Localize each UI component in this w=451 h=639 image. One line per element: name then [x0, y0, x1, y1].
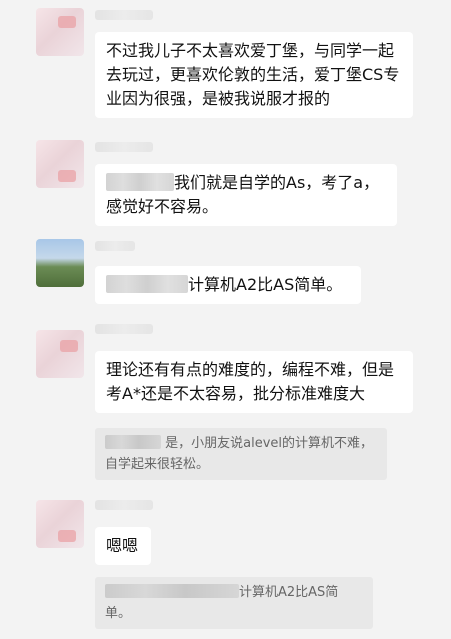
message-text: 理论还有有点的难度的，编程不难，但是考A*还是不太容易，批分标准难度大: [106, 360, 395, 403]
sender-name: [95, 241, 135, 251]
avatar[interactable]: [36, 330, 84, 378]
quoted-message[interactable]: 是，小朋友说alevel的计算机不难，自学起来很轻松。: [95, 428, 387, 480]
quoted-message[interactable]: 计算机A2比AS简单。: [95, 577, 373, 629]
redacted-mention: [105, 584, 239, 598]
avatar[interactable]: [36, 8, 84, 56]
avatar[interactable]: [36, 239, 84, 287]
message-text: 计算机A2比AS简单。: [188, 275, 343, 294]
message-text: 嗯嗯: [106, 536, 139, 555]
message-text: 不过我儿子不太喜欢爱丁堡，与同学一起去玩过，更喜欢伦敦的生活，爱丁堡CS专业因为…: [106, 41, 400, 108]
message-bubble[interactable]: 不过我儿子不太喜欢爱丁堡，与同学一起去玩过，更喜欢伦敦的生活，爱丁堡CS专业因为…: [95, 32, 413, 118]
sender-name: [95, 142, 153, 152]
redacted-mention: [106, 275, 188, 293]
message-bubble[interactable]: 理论还有有点的难度的，编程不难，但是考A*还是不太容易，批分标准难度大: [95, 351, 413, 413]
redacted-mention: [106, 173, 174, 191]
sender-name: [95, 324, 153, 334]
message-bubble[interactable]: 嗯嗯: [95, 527, 151, 565]
message-bubble[interactable]: 计算机A2比AS简单。: [95, 266, 361, 304]
message-bubble[interactable]: 我们就是自学的As，考了a，感觉好不容易。: [95, 164, 397, 226]
avatar[interactable]: [36, 140, 84, 188]
avatar[interactable]: [36, 500, 84, 548]
sender-name: [95, 10, 153, 20]
redacted-mention: [105, 435, 161, 449]
sender-name: [95, 500, 153, 510]
